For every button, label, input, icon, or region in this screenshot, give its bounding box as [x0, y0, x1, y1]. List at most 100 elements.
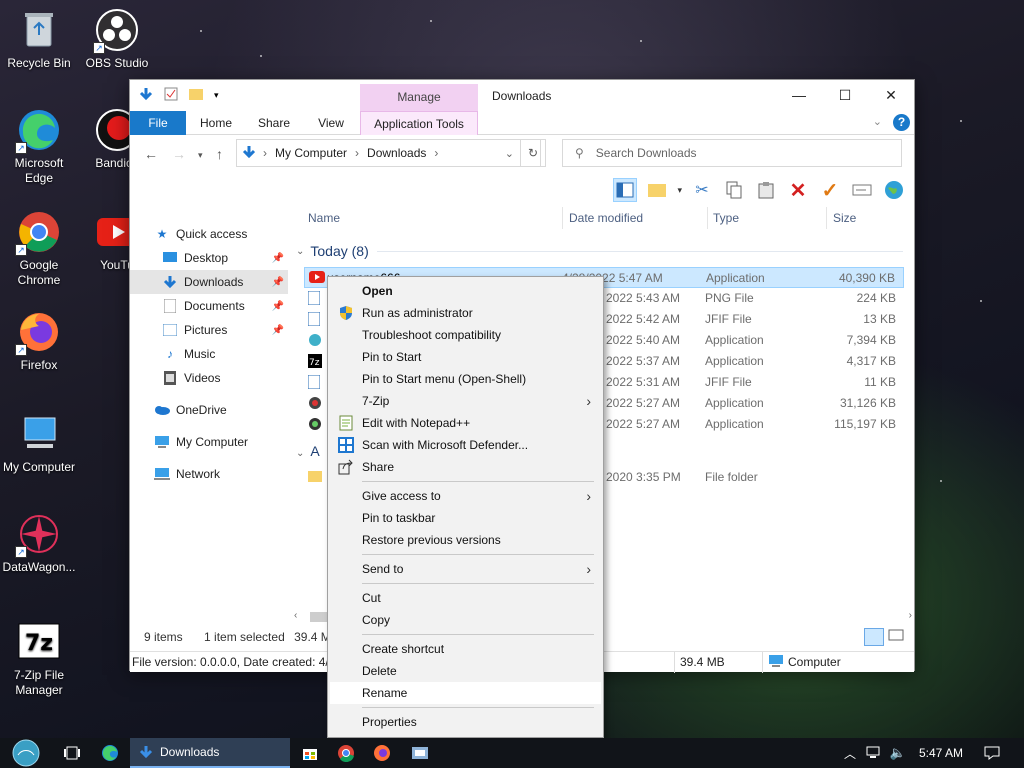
- tab-file[interactable]: File: [130, 111, 186, 135]
- nav-network[interactable]: Network: [130, 462, 288, 486]
- start-button[interactable]: [4, 738, 48, 768]
- menu-pin-to-start-open-shell[interactable]: Pin to Start menu (Open-Shell): [330, 368, 601, 390]
- minimize-button[interactable]: —: [776, 80, 822, 110]
- desktop-icon-edge[interactable]: ↗ Microsoft Edge: [0, 108, 78, 186]
- menu-send-to[interactable]: Send to ›: [330, 558, 601, 580]
- ribbon-expand-icon[interactable]: ⌄: [873, 115, 882, 128]
- paste-icon[interactable]: [754, 178, 778, 202]
- menu-edit-notepad[interactable]: Edit with Notepad++: [330, 412, 601, 434]
- desktop-icon-my-computer[interactable]: My Computer: [0, 412, 78, 475]
- tab-application-tools[interactable]: Application Tools: [360, 111, 478, 135]
- folder-options-icon[interactable]: [645, 178, 669, 202]
- column-size[interactable]: Size: [833, 207, 856, 229]
- rename-icon[interactable]: [850, 178, 874, 202]
- chrome-taskbar-icon[interactable]: [332, 738, 360, 768]
- search-input[interactable]: ⚲ Search Downloads: [562, 139, 902, 167]
- nav-music[interactable]: ♪ Music: [130, 342, 288, 366]
- address-dropdown-icon[interactable]: ⌄: [505, 147, 514, 160]
- breadcrumb-my-computer[interactable]: My Computer: [275, 146, 347, 160]
- edge-taskbar-icon[interactable]: [96, 738, 124, 768]
- column-date-modified[interactable]: Date modified: [569, 207, 643, 229]
- menu-pin-to-taskbar[interactable]: Pin to taskbar: [330, 507, 601, 529]
- nav-onedrive[interactable]: OneDrive: [130, 398, 288, 422]
- menu-troubleshoot[interactable]: Troubleshoot compatibility: [330, 324, 601, 346]
- nav-my-computer[interactable]: My Computer: [130, 430, 288, 454]
- svg-text:7z: 7z: [309, 358, 320, 368]
- menu-7zip[interactable]: 7-Zip ›: [330, 390, 601, 412]
- refresh-button[interactable]: ↻: [520, 139, 546, 167]
- show-hidden-icons-icon[interactable]: ︿: [842, 738, 858, 768]
- scroll-left-icon[interactable]: ‹: [294, 610, 297, 621]
- menu-rename[interactable]: Rename: [330, 682, 601, 704]
- help-icon[interactable]: ?: [893, 114, 910, 131]
- desktop-icon-obs[interactable]: ↗ OBS Studio: [78, 8, 156, 71]
- column-name[interactable]: Name: [308, 207, 340, 229]
- forward-button[interactable]: →: [172, 146, 186, 162]
- close-button[interactable]: ✕: [868, 80, 914, 110]
- menu-pin-to-start[interactable]: Pin to Start: [330, 346, 601, 368]
- volume-icon[interactable]: 🔈: [888, 738, 908, 768]
- address-bar[interactable]: › My Computer › Downloads › ⌄: [236, 139, 541, 167]
- up-button[interactable]: ↑: [216, 146, 223, 162]
- store-icon[interactable]: [296, 738, 324, 768]
- large-icons-view-icon[interactable]: [888, 628, 906, 646]
- menu-give-access[interactable]: Give access to ›: [330, 485, 601, 507]
- menu-copy[interactable]: Copy: [330, 609, 601, 631]
- column-type[interactable]: Type: [713, 207, 739, 229]
- clock[interactable]: 5:47 AM: [916, 738, 966, 768]
- nav-pictures[interactable]: Pictures 📌: [130, 318, 288, 342]
- tab-home[interactable]: Home: [190, 111, 242, 135]
- tab-view[interactable]: View: [305, 111, 357, 135]
- menu-share[interactable]: Share: [330, 456, 601, 478]
- desktop-icon-recycle-bin[interactable]: Recycle Bin: [0, 8, 78, 71]
- globe-icon[interactable]: [882, 178, 906, 202]
- back-button[interactable]: ←: [144, 146, 158, 162]
- cut-icon[interactable]: ✂: [690, 178, 714, 202]
- share-icon: [338, 459, 354, 475]
- tab-share[interactable]: Share: [248, 111, 300, 135]
- desktop-icon-chrome[interactable]: ↗ Google Chrome: [0, 210, 78, 288]
- desktop-icon-datawagon[interactable]: ↗ DataWagon...: [0, 512, 78, 575]
- menu-properties[interactable]: Properties: [330, 711, 601, 733]
- qat-dropdown-icon[interactable]: ▾: [214, 90, 219, 101]
- firefox-taskbar-icon[interactable]: [368, 738, 396, 768]
- file-date: 2022 5:37 AM: [606, 354, 681, 368]
- menu-open[interactable]: Open: [330, 280, 601, 302]
- menu-run-as-admin[interactable]: Run as administrator: [330, 302, 601, 324]
- app-taskbar-icon[interactable]: [406, 738, 434, 768]
- nav-desktop[interactable]: Desktop 📌: [130, 246, 288, 270]
- nav-documents[interactable]: Documents 📌: [130, 294, 288, 318]
- task-view-icon[interactable]: [58, 738, 86, 768]
- menu-cut[interactable]: Cut: [330, 587, 601, 609]
- taskbar-downloads-window[interactable]: Downloads: [130, 738, 290, 768]
- desktop-icon-firefox[interactable]: ↗ Firefox: [0, 310, 78, 373]
- new-folder-icon[interactable]: [188, 87, 204, 104]
- delete-icon[interactable]: ✕: [786, 178, 810, 202]
- check-icon[interactable]: ✓: [818, 178, 842, 202]
- details-view-icon[interactable]: [864, 628, 884, 646]
- maximize-button[interactable]: ☐: [822, 80, 868, 110]
- scroll-right-icon[interactable]: ›: [909, 610, 912, 621]
- manage-tab[interactable]: Manage: [360, 84, 478, 111]
- copy-icon[interactable]: [722, 178, 746, 202]
- notifications-icon[interactable]: [980, 738, 1004, 768]
- dropdown-icon[interactable]: ▾: [677, 185, 682, 196]
- nav-downloads[interactable]: Downloads 📌: [130, 270, 288, 294]
- nav-quick-access[interactable]: ★ Quick access: [130, 222, 288, 246]
- menu-delete[interactable]: Delete: [330, 660, 601, 682]
- recent-locations-button[interactable]: ▾: [198, 150, 203, 161]
- view-pane-icon[interactable]: [613, 178, 638, 202]
- network-tray-icon[interactable]: [864, 738, 884, 768]
- group-header-today[interactable]: ⌄ Today (8): [296, 243, 903, 259]
- nav-videos[interactable]: Videos: [130, 366, 288, 390]
- breadcrumb-downloads[interactable]: Downloads: [367, 146, 426, 160]
- pin-icon: 📌: [271, 300, 284, 312]
- desktop-icon-7zip[interactable]: 7z 7-Zip File Manager: [0, 620, 78, 698]
- properties-icon[interactable]: [164, 87, 178, 104]
- youtube-icon: [309, 271, 325, 286]
- menu-scan-defender[interactable]: Scan with Microsoft Defender...: [330, 434, 601, 456]
- menu-create-shortcut[interactable]: Create shortcut: [330, 638, 601, 660]
- menu-restore-versions[interactable]: Restore previous versions: [330, 529, 601, 551]
- start-shell-icon: [12, 739, 40, 767]
- group-header-earlier[interactable]: ⌄ A: [296, 443, 320, 459]
